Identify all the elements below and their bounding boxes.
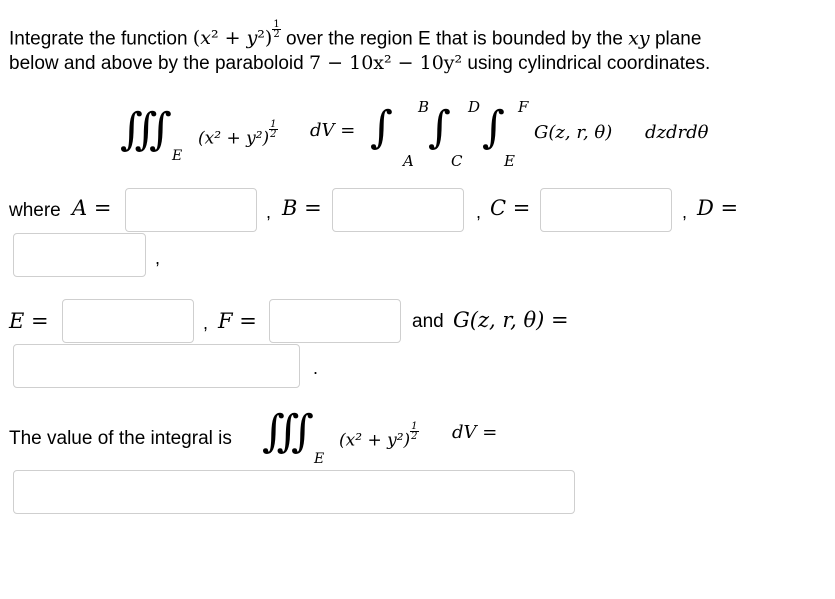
answer-F-box[interactable]	[269, 299, 401, 343]
label-A: A =	[72, 196, 112, 220]
limit-upper-F: F	[518, 98, 529, 116]
problem-text: below and above by the paraboloid	[9, 53, 304, 74]
limit-lower-C: C	[451, 152, 463, 170]
comma: ,	[476, 202, 482, 222]
problem-text: using cylindrical coordinates.	[467, 53, 711, 74]
answer-B-input[interactable]	[333, 189, 463, 231]
label-E: E =	[9, 309, 49, 333]
comma: ,	[266, 202, 272, 222]
integral-sign-1: ∫	[370, 102, 393, 153]
answer-D-box[interactable]	[13, 233, 146, 277]
limit-lower-A: A	[403, 152, 414, 170]
label-C: C =	[490, 196, 531, 220]
problem-text: over the region E that is bounded by the	[285, 28, 623, 50]
problem-line-2: below and above by the paraboloid 7 − 10…	[9, 52, 710, 75]
dv-equals: dV =	[310, 120, 356, 141]
limit-lower-E: E	[504, 152, 515, 170]
g-function: G(z, r, θ)	[534, 122, 613, 143]
answer-F-input[interactable]	[270, 300, 400, 342]
plane-variable: xy	[628, 27, 650, 50]
label-D: D =	[697, 196, 739, 220]
answer-E-input[interactable]	[63, 300, 193, 342]
comma: ,	[203, 313, 209, 333]
comma: ,	[155, 248, 161, 268]
problem-text: Integrate the function	[9, 28, 188, 50]
integral-sign-3: ∫	[482, 102, 505, 153]
region-label: E	[172, 148, 183, 164]
problem-text: plane	[654, 28, 702, 50]
triple-integral-sign: ∭	[120, 104, 173, 155]
final-integral: ∭ E (x² + y²) 1 2 dV =	[262, 404, 542, 474]
dv-equals: dV =	[452, 422, 498, 443]
answer-G-input[interactable]	[14, 345, 299, 387]
answer-D-input[interactable]	[14, 234, 145, 276]
answer-G-box[interactable]	[13, 344, 300, 388]
answer-value-input[interactable]	[14, 471, 574, 513]
triple-integral-sign: ∭	[262, 406, 315, 457]
integrand: (x² + y²) 1 2	[339, 421, 419, 451]
answer-A-input[interactable]	[126, 189, 256, 231]
paraboloid-expression: 7 − 10x² − 10y²	[309, 52, 463, 74]
answer-value-box[interactable]	[13, 470, 575, 514]
answer-B-box[interactable]	[332, 188, 464, 232]
problem-line-1: Integrate the function (x² + y²) 1 2 over …	[9, 20, 701, 50]
period: .	[313, 358, 319, 378]
answer-A-box[interactable]	[125, 188, 257, 232]
label-B: B =	[282, 196, 322, 220]
limit-upper-D: D	[468, 98, 481, 116]
integral-equation: ∭ E (x² + y²) 1 2 dV = ∫ B A ∫ D C ∫ F E G…	[120, 98, 730, 178]
answer-C-input[interactable]	[541, 189, 671, 231]
answer-E-box[interactable]	[62, 299, 194, 343]
final-value-text: The value of the integral is	[9, 428, 232, 449]
where-label: where	[9, 200, 61, 221]
and-text: and	[412, 311, 444, 332]
region-label: E	[314, 451, 325, 467]
label-G: G(z, r, θ) =	[453, 308, 569, 332]
differentials: dzdrdθ	[645, 122, 709, 143]
integrand: (x² + y²) 1 2	[198, 119, 278, 149]
label-F: F =	[218, 309, 257, 333]
comma: ,	[682, 202, 688, 222]
function-expression: (x² + y²) 1 2	[192, 19, 281, 50]
integral-sign-2: ∫	[428, 102, 451, 153]
answer-C-box[interactable]	[540, 188, 672, 232]
